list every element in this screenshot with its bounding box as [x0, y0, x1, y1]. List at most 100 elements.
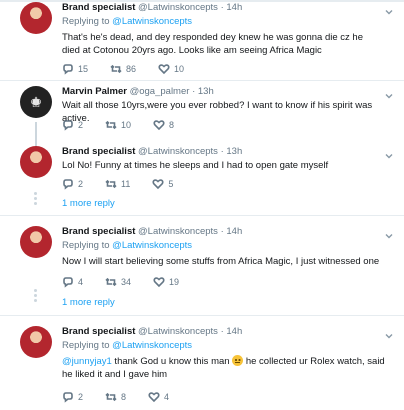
reply-icon	[63, 120, 73, 131]
chevron-down-icon	[385, 10, 393, 15]
author-handle[interactable]: @Latwinskoncepts	[138, 326, 218, 337]
like-button[interactable]: 5	[152, 178, 173, 190]
separator: ·	[220, 226, 224, 237]
avatar[interactable]	[20, 2, 52, 34]
author-handle[interactable]: @Latwinskoncepts	[138, 226, 218, 237]
separator: ·	[192, 86, 196, 97]
like-count: 5	[168, 179, 174, 189]
tweet-header: Brand specialist @Latwinskoncepts · 13h	[62, 145, 242, 158]
more-replies-dots	[34, 192, 37, 207]
retweet-button[interactable]: 86	[110, 63, 136, 75]
replying-label: Replying to	[62, 340, 110, 351]
author-handle[interactable]: @Latwinskoncepts	[138, 2, 218, 13]
avatar[interactable]	[20, 146, 52, 178]
retweet-count: 34	[121, 277, 132, 287]
tweet-divider	[0, 215, 404, 216]
retweet-button[interactable]: 34	[105, 276, 131, 288]
like-count: 10	[174, 64, 185, 74]
like-count: 8	[169, 120, 175, 130]
more-reply-link[interactable]: 1 more reply	[62, 198, 115, 209]
retweet-count: 86	[126, 64, 137, 74]
tweet-text: That's he's dead, and dey responded dey …	[62, 32, 363, 56]
author-name[interactable]: Brand specialist	[62, 226, 135, 237]
thread-line	[35, 122, 37, 148]
retweet-count: 8	[121, 392, 127, 402]
like-count: 4	[164, 392, 170, 402]
reply-button[interactable]: 2	[62, 119, 83, 131]
author-name[interactable]: Brand specialist	[62, 326, 135, 337]
tweet-header: Brand specialist @Latwinskoncepts · 14h	[62, 325, 242, 338]
tweet-menu-button[interactable]	[384, 4, 394, 15]
retweet-icon	[105, 392, 117, 402]
replying-mention[interactable]: @Latwinskoncepts	[112, 340, 192, 351]
tweet-actions: 2 10 8	[62, 118, 196, 132]
replying-mention[interactable]: @Latwinskoncepts	[112, 240, 192, 251]
reply-icon	[63, 277, 73, 288]
avatar[interactable]	[20, 226, 52, 258]
separator: ·	[220, 326, 224, 337]
retweet-count: 10	[121, 120, 132, 130]
tweet-text: Lol No! Funny at times he sleeps and I h…	[62, 160, 329, 171]
timestamp[interactable]: 14h	[226, 326, 242, 337]
reply-icon	[63, 64, 73, 75]
like-button[interactable]: 8	[153, 119, 174, 131]
author-name[interactable]: Marvin Palmer	[62, 86, 127, 97]
replying-to: Replying to @Latwinskoncepts	[62, 239, 192, 252]
reply-count: 2	[78, 120, 84, 130]
avatar-glyph: ♔	[29, 94, 43, 110]
tweet-menu-button[interactable]	[384, 328, 394, 339]
avatar[interactable]	[20, 326, 52, 358]
retweet-count: 11	[121, 179, 131, 189]
retweet-icon	[110, 64, 122, 74]
retweet-icon	[105, 120, 117, 130]
tweet-thread: Brand specialist @Latwinskoncepts · 14h …	[0, 0, 404, 410]
author-handle[interactable]: @Latwinskoncepts	[138, 146, 218, 157]
reply-button[interactable]: 4	[62, 276, 83, 288]
reply-button[interactable]: 15	[62, 63, 88, 75]
heart-icon	[148, 392, 160, 403]
tweet-text: Now I will start believing some stuffs f…	[62, 256, 380, 267]
timestamp[interactable]: 13h	[198, 86, 214, 97]
retweet-button[interactable]: 8	[105, 391, 126, 403]
separator: ·	[220, 2, 224, 13]
tweet-actions: 2 8 4	[62, 390, 191, 404]
tweet-actions: 15 86 10	[62, 62, 206, 76]
timestamp[interactable]: 14h	[226, 226, 242, 237]
more-reply-link[interactable]: 1 more reply	[62, 297, 115, 308]
timestamp[interactable]: 13h	[226, 146, 242, 157]
tweet-menu-button[interactable]	[384, 88, 394, 99]
heart-icon	[153, 277, 165, 288]
text-mention[interactable]: @junnyjay1	[62, 356, 112, 367]
replying-mention[interactable]: @Latwinskoncepts	[112, 16, 192, 27]
avatar[interactable]: ♔	[20, 86, 52, 118]
reply-button[interactable]: 2	[62, 178, 83, 190]
author-name[interactable]: Brand specialist	[62, 2, 135, 13]
reply-count: 15	[78, 64, 89, 74]
reply-count: 2	[78, 392, 84, 402]
timestamp[interactable]: 14h	[226, 2, 242, 13]
tweet-menu-button[interactable]	[384, 228, 394, 239]
retweet-icon	[105, 277, 117, 287]
reply-button[interactable]: 2	[62, 391, 83, 403]
retweet-button[interactable]: 11	[105, 178, 130, 190]
replying-to: Replying to @Latwinskoncepts	[62, 339, 192, 352]
author-handle[interactable]: @oga_palmer	[130, 86, 190, 97]
smiling-face-emoji-icon	[232, 355, 244, 366]
like-button[interactable]: 10	[158, 63, 184, 75]
tweet-actions: 2 11 5	[62, 177, 195, 191]
heart-icon	[153, 120, 165, 131]
tweet-actions: 4 34 19	[62, 275, 201, 289]
heart-icon	[158, 64, 170, 75]
like-button[interactable]: 19	[153, 276, 179, 288]
replying-label: Replying to	[62, 16, 110, 27]
heart-icon	[152, 179, 164, 190]
replying-to: Replying to @Latwinskoncepts	[62, 15, 192, 28]
author-name[interactable]: Brand specialist	[62, 146, 135, 157]
retweet-button[interactable]: 10	[105, 119, 131, 131]
tweet-text: @junnyjay1 thank God u know this man he …	[62, 355, 392, 381]
reply-count: 2	[78, 179, 84, 189]
chevron-down-icon	[385, 234, 393, 239]
like-button[interactable]: 4	[148, 391, 169, 403]
tweet-menu-button[interactable]	[384, 148, 394, 159]
tweet-header: Brand specialist @Latwinskoncepts · 14h	[62, 225, 242, 238]
